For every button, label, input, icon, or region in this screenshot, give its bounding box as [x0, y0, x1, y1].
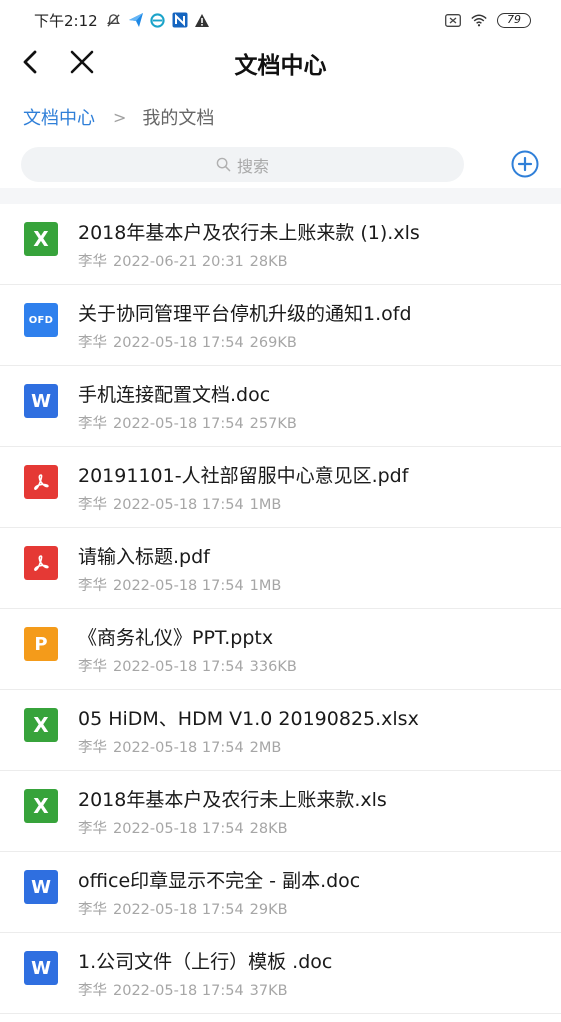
file-datetime: 2022-05-18 17:54 [113, 335, 244, 351]
file-datetime: 2022-05-18 17:54 [113, 578, 244, 594]
file-row[interactable]: OFD 关于协同管理平台停机升级的通知1.ofd 李华 2022-05-18 17:5… [0, 285, 561, 366]
page-title: 文档中心 [234, 53, 327, 79]
file-owner: 李华 [78, 497, 107, 513]
file-owner: 李华 [78, 821, 107, 837]
file-name: 《商务礼仪》PPT.pptx [78, 627, 274, 649]
file-owner: 李华 [78, 578, 107, 594]
file-meta: 李华 2022-05-18 17:54 37KB [78, 979, 288, 1000]
file-meta: 李华 2022-05-18 17:54 257KB [78, 412, 297, 433]
file-owner: 李华 [78, 659, 107, 675]
file-name: 2018年基本户及农行未上账来款 (1).xls [78, 222, 420, 244]
file-owner: 李华 [78, 416, 107, 432]
file-row[interactable]: W 手机连接配置文档.doc 李华 2022-05-18 17:54 257KB [0, 366, 561, 447]
file-size: 336KB [249, 659, 297, 675]
wifi-icon [471, 12, 487, 28]
file-name: 2018年基本户及农行未上账来款.xls [78, 789, 387, 811]
file-row[interactable]: X 2018年基本户及农行未上账来款.xls 李华 2022-05-18 17:54 2… [0, 771, 561, 852]
file-meta: 李华 2022-05-18 17:54 269KB [78, 331, 297, 352]
send-plane-icon [128, 12, 144, 28]
battery-level: 79 [497, 12, 531, 28]
warning-icon [194, 12, 210, 28]
search-icon [216, 157, 231, 172]
file-owner: 李华 [78, 740, 107, 756]
status-bar: 下午2:12 79 [0, 0, 561, 40]
file-meta: 李华 2022-05-18 17:54 28KB [78, 817, 288, 838]
doc-file-icon: W [24, 870, 58, 904]
file-owner: 李华 [78, 902, 107, 918]
file-datetime: 2022-06-21 20:31 [113, 254, 244, 270]
file-datetime: 2022-05-18 17:54 [113, 416, 244, 432]
file-datetime: 2022-05-18 17:54 [113, 983, 244, 999]
plus-circle-icon [511, 150, 539, 178]
file-size: 29KB [249, 902, 288, 918]
breadcrumb-separator: > [113, 107, 127, 127]
file-name: 请输入标题.pdf [78, 546, 210, 568]
file-meta: 李华 2022-05-18 17:54 336KB [78, 655, 297, 676]
doc-file-icon: W [24, 951, 58, 985]
file-size: 1MB [249, 578, 282, 594]
pdf-file-icon [24, 546, 58, 580]
file-owner: 李华 [78, 254, 107, 270]
status-notification-icons [106, 12, 210, 28]
file-row[interactable]: X 2018年基本户及农行未上账来款 (1).xls 李华 2022-06-21 20… [0, 204, 561, 285]
ppt-file-icon: P [24, 627, 58, 661]
pdf-file-icon [24, 465, 58, 499]
xls-file-icon: X [24, 789, 58, 823]
file-row[interactable]: 请输入标题.pdf 李华 2022-05-18 17:54 1MB [0, 528, 561, 609]
app-n-icon [172, 12, 188, 28]
file-row[interactable]: Woffice印章显示不完全 - 副本.doc 李华 2022-05-18 17:5… [0, 852, 561, 933]
navigation-bar: 文档中心 [0, 40, 561, 84]
file-name: 手机连接配置文档.doc [78, 384, 271, 406]
ofd-file-icon: OFD [24, 303, 58, 337]
file-row[interactable]: W 1.公司文件（上行）模板 .doc 李华 2022-05-18 17:54 37KB [0, 933, 561, 1014]
doc-file-icon: W [24, 384, 58, 418]
breadcrumb: 文档中心 > 我的文档 [23, 104, 214, 130]
browser-e-icon [150, 12, 166, 28]
file-meta: 李华 2022-05-18 17:54 2MB [78, 736, 281, 757]
file-datetime: 2022-05-18 17:54 [113, 740, 244, 756]
xls-file-icon: X [24, 708, 58, 742]
status-system-icons: 79 [445, 12, 531, 28]
file-size: 269KB [249, 335, 297, 351]
file-datetime: 2022-05-18 17:54 [113, 497, 244, 513]
file-owner: 李华 [78, 983, 107, 999]
file-owner: 李华 [78, 335, 107, 351]
file-meta: 李华 2022-05-18 17:54 29KB [78, 898, 288, 919]
status-time: 下午2:12 [34, 11, 98, 30]
file-row[interactable]: 20191101-人社部留服中心意见区.pdf 李华 2022-05-18 17:5… [0, 447, 561, 528]
file-name: office印章显示不完全 - 副本.doc [78, 870, 361, 892]
search-input[interactable]: 搜索 [21, 147, 464, 182]
xls-file-icon: X [24, 222, 58, 256]
breadcrumb-current: 我的文档 [142, 108, 215, 129]
file-size: 1MB [249, 497, 282, 513]
file-size: 28KB [249, 821, 288, 837]
section-divider [0, 188, 561, 204]
breadcrumb-root-link[interactable]: 文档中心 [23, 104, 95, 130]
file-list: X 2018年基本户及农行未上账来款 (1).xls 李华 2022-06-21 20… [0, 204, 561, 1014]
file-datetime: 2022-05-18 17:54 [113, 902, 244, 918]
file-datetime: 2022-05-18 17:54 [113, 659, 244, 675]
mute-bell-icon [106, 12, 122, 28]
file-size: 37KB [249, 983, 288, 999]
file-meta: 李华 2022-05-18 17:54 1MB [78, 574, 281, 595]
file-meta: 李华 2022-06-21 20:31 28KB [78, 250, 288, 271]
file-size: 257KB [249, 416, 297, 432]
file-name: 1.公司文件（上行）模板 .doc [78, 951, 333, 973]
file-row[interactable]: X 05 HiDM、HDM V1.0 20190825.xlsx 李华 2022-05… [0, 690, 561, 771]
add-button[interactable] [511, 150, 539, 178]
file-size: 28KB [249, 254, 288, 270]
file-size: 2MB [249, 740, 282, 756]
file-datetime: 2022-05-18 17:54 [113, 821, 244, 837]
file-name: 20191101-人社部留服中心意见区.pdf [78, 465, 409, 487]
file-name: 05 HiDM、HDM V1.0 20190825.xlsx [78, 708, 419, 730]
file-meta: 李华 2022-05-18 17:54 1MB [78, 493, 281, 514]
file-name: 关于协同管理平台停机升级的通知1.ofd [78, 303, 412, 325]
search-placeholder: 搜索 [236, 156, 269, 176]
file-row[interactable]: P 《商务礼仪》PPT.pptx 李华 2022-05-18 17:54 336KB [0, 609, 561, 690]
no-sim-icon [445, 12, 461, 28]
